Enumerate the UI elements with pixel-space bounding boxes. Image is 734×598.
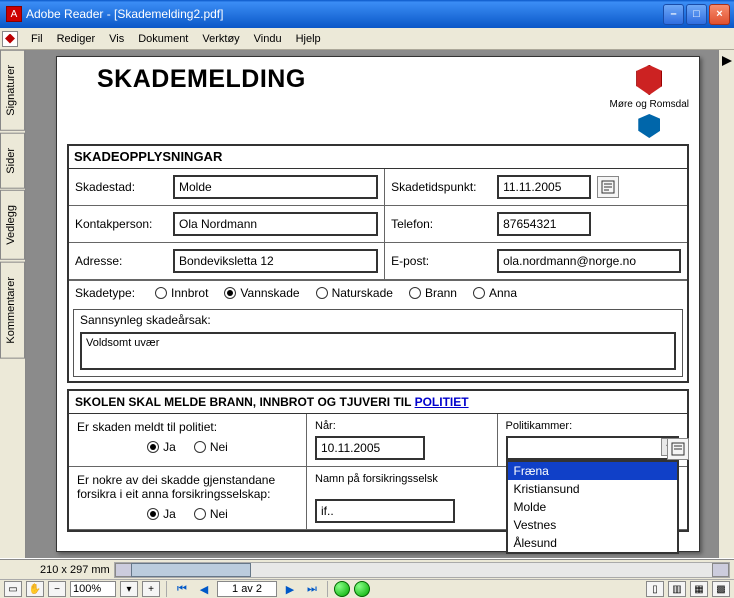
coat-of-arms-icon [636,65,662,95]
app-icon: A [6,6,22,22]
page-size-label: 210 x 297 mm [40,564,110,576]
window-title: Adobe Reader - [Skademelding2.pdf] [26,7,223,21]
minimize-button[interactable]: – [663,4,684,25]
radio-brann[interactable]: Brann [409,286,457,300]
right-strip [718,50,734,558]
adresse-label: Adresse: [75,254,167,268]
menu-vindu[interactable]: Vindu [247,33,289,45]
politi-nei[interactable]: Nei [194,440,228,454]
aarsak-input[interactable]: Voldsomt uvær [80,332,676,370]
ddopt-fraena[interactable]: Fræna [508,462,678,480]
menu-vis[interactable]: Vis [102,33,131,45]
radio-naturskade[interactable]: Naturskade [316,286,393,300]
ddopt-molde[interactable]: Molde [508,498,678,516]
skadestad-label: Skadestad: [75,180,167,194]
zoom-in-icon[interactable]: + [142,581,160,597]
politi-q-label: Er skaden meldt til politiet: [77,420,298,434]
kammer-select[interactable] [506,436,680,460]
facing-icon[interactable]: ▦ [690,581,708,597]
forsikra-q-cell: Er nokre av dei skadde gjenstandane fors… [69,467,307,529]
kammer-dropdown-list[interactable]: Fræna Kristiansund Molde Vestnes Ålesund [506,460,680,554]
ddopt-vestnes[interactable]: Vestnes [508,516,678,534]
next-page-icon[interactable]: ▶ [281,581,299,597]
close-button[interactable]: × [709,4,730,25]
page-field[interactable] [217,581,277,597]
sidetab-vedlegg[interactable]: Vedlegg [0,190,25,260]
forsikra-nei[interactable]: Nei [194,507,228,521]
hand-tool-icon[interactable]: ✋ [26,581,44,597]
county-label: Møre og Romsdal [610,99,689,110]
zoom-out-icon[interactable]: − [48,581,66,597]
forsikra-q-label: Er nokre av dei skadde gjenstandane fors… [77,473,298,501]
adresse-input[interactable]: Bondeviksletta 12 [173,249,378,273]
status-bar: 210 x 297 mm [0,559,734,579]
section2-title: SKOLEN SKAL MELDE BRANN, INNBROT OG TJUV… [69,391,687,414]
first-page-icon[interactable]: ⏮ [173,581,191,597]
pdf-doc-icon [2,31,18,47]
telefon-input[interactable]: 87654321 [497,212,591,236]
section-politi: SKOLEN SKAL MELDE BRANN, INNBROT OG TJUV… [67,389,689,532]
radio-innbrot[interactable]: Innbrot [155,286,208,300]
zoom-field[interactable] [70,581,116,597]
tidspunkt-input[interactable]: 11.11.2005 [497,175,591,199]
sidetab-kommentarer[interactable]: Kommentarer [0,262,25,359]
prev-page-icon[interactable]: ◀ [195,581,213,597]
sidetab-sider[interactable]: Sider [0,133,25,189]
radio-vannskade[interactable]: Vannskade [224,286,299,300]
title-bar: A Adobe Reader - [Skademelding2.pdf] – □… [0,0,734,28]
note-icon[interactable] [597,176,619,198]
menu-fil[interactable]: Fil [24,33,50,45]
zoom-dropdown-icon[interactable]: ▾ [120,581,138,597]
continuous-icon[interactable]: ▥ [668,581,686,597]
kammer-label: Politikammer: [506,420,680,432]
back-nav-icon[interactable] [334,581,350,597]
note-icon-2[interactable] [667,438,689,460]
epost-input[interactable]: ola.nordmann@norge.no [497,249,681,273]
expand-arrow-icon[interactable] [720,54,734,68]
skadestad-input[interactable]: Molde [173,175,378,199]
horiz-scrollbar[interactable] [114,562,730,578]
politiet-link[interactable]: POLITIET [415,395,469,409]
fit-page-icon[interactable]: ▭ [4,581,22,597]
selskap-input[interactable]: if.. [315,499,455,523]
menu-dokument[interactable]: Dokument [131,33,195,45]
politi-q-cell: Er skaden meldt til politiet: Ja Nei [69,414,307,466]
radio-anna[interactable]: Anna [473,286,517,300]
tidspunkt-label: Skadetidspunkt: [391,180,491,194]
menu-bar: Fil Rediger Vis Dokument Verktøy Vindu H… [0,28,734,50]
forsikra-ja[interactable]: Ja [147,507,176,521]
pdf-page: SKADEMELDING Møre og Romsdal SKADEOPPLYS… [56,56,700,552]
county-crest-icon [638,114,660,138]
aarsak-label: Sannsynleg skadeårsak: [74,310,682,330]
politi-ja[interactable]: Ja [147,440,176,454]
menu-hjelp[interactable]: Hjelp [289,33,328,45]
document-area[interactable]: SKADEMELDING Møre og Romsdal SKADEOPPLYS… [26,50,718,558]
ddopt-kristiansund[interactable]: Kristiansund [508,480,678,498]
bottom-toolbar: ▭ ✋ − ▾ + ⏮ ◀ ▶ ⏭ ▯ ▥ ▦ ▩ [0,579,734,598]
menu-verktoy[interactable]: Verktøy [195,33,246,45]
ddopt-alesund[interactable]: Ålesund [508,534,678,552]
kontakt-input[interactable]: Ola Nordmann [173,212,378,236]
scroll-thumb[interactable] [131,563,251,577]
last-page-icon[interactable]: ⏭ [303,581,321,597]
epost-label: E-post: [391,254,491,268]
side-tab-strip: Signaturer Sider Vedlegg Kommentarer [0,50,26,558]
section-skadeopplysningar: SKADEOPPLYSNINGAR Skadestad: Molde Skade… [67,144,689,383]
continuous-facing-icon[interactable]: ▩ [712,581,730,597]
kontakt-label: Kontakperson: [75,217,167,231]
nar-label: Når: [315,420,489,432]
sidetab-signaturer[interactable]: Signaturer [0,50,25,131]
nar-input[interactable]: 10.11.2005 [315,436,425,460]
telefon-label: Telefon: [391,217,491,231]
single-page-icon[interactable]: ▯ [646,581,664,597]
fwd-nav-icon[interactable] [354,581,370,597]
skadetype-label: Skadetype: [75,286,135,300]
section1-title: SKADEOPPLYSNINGAR [67,144,689,169]
page-title: SKADEMELDING [97,65,306,94]
maximize-button[interactable]: □ [686,4,707,25]
workspace: Signaturer Sider Vedlegg Kommentarer SKA… [0,50,734,558]
menu-rediger[interactable]: Rediger [50,33,103,45]
